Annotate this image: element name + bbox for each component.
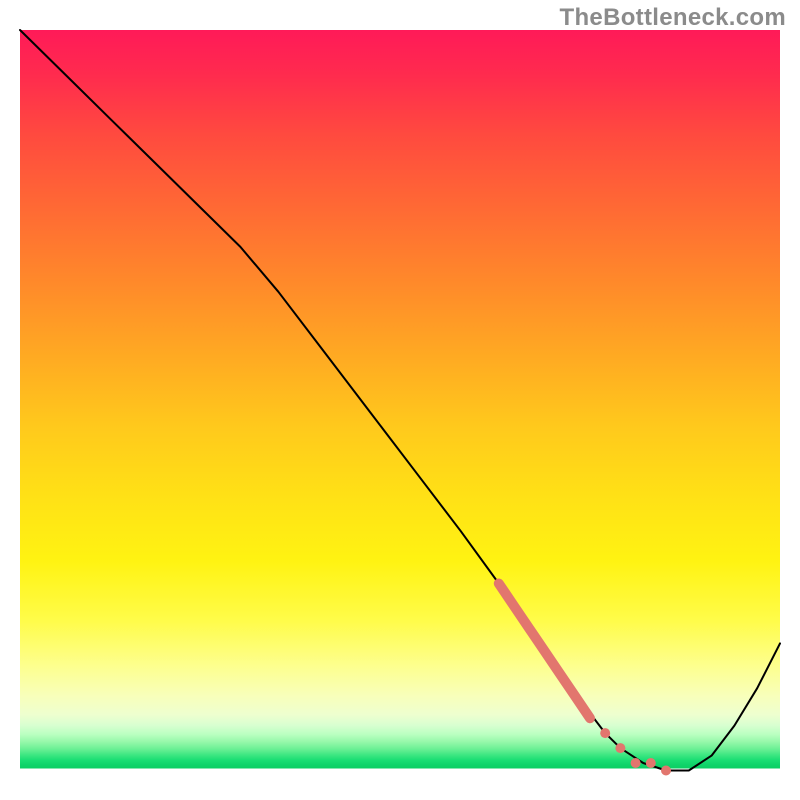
- watermark-label: TheBottleneck.com: [560, 4, 786, 32]
- plot-area: [20, 30, 780, 778]
- highlight-dot: [600, 728, 610, 738]
- chart-overlay: [20, 30, 780, 778]
- chart-stage: TheBottleneck.com: [0, 0, 800, 800]
- highlight-dot: [661, 766, 671, 776]
- highlight-dot: [646, 758, 656, 768]
- highlight-dot: [615, 743, 625, 753]
- bottleneck-curve-path: [20, 30, 780, 771]
- highlight-segment-path: [499, 584, 590, 719]
- highlight-dot: [631, 758, 641, 768]
